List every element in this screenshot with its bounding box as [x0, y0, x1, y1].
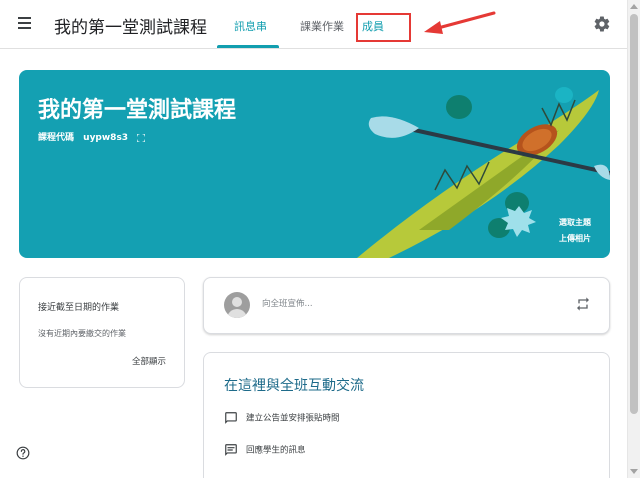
- avatar: [224, 292, 250, 318]
- communicate-card: 在這裡與全班互動交流 建立公告並安排張貼時間 回應學生的訊息: [203, 352, 610, 478]
- top-app-bar: 我的第一堂測試課程 訊息串 課業作業 成員: [0, 0, 628, 49]
- fullscreen-icon[interactable]: [137, 133, 146, 142]
- communicate-item: 回應學生的訊息: [224, 443, 306, 457]
- select-theme-link[interactable]: 選取主題: [559, 217, 591, 228]
- class-code-row: 課程代碼 uypw8s3: [38, 130, 146, 143]
- communicate-item: 建立公告並安排張貼時間: [224, 411, 340, 425]
- view-all-link[interactable]: 全部顯示: [132, 355, 166, 367]
- course-banner: 我的第一堂測試課程 課程代碼 uypw8s3 選取主題 上傳相片: [19, 70, 610, 258]
- scroll-thumb[interactable]: [630, 14, 638, 414]
- active-tab-indicator: [217, 45, 279, 48]
- main-menu-icon[interactable]: [17, 15, 35, 33]
- scroll-down-arrow-icon[interactable]: [630, 469, 638, 474]
- highlight-box: [356, 13, 411, 42]
- communicate-title: 在這裡與全班互動交流: [224, 378, 364, 394]
- banner-course-title: 我的第一堂測試課程: [38, 98, 237, 123]
- vertical-scrollbar[interactable]: [627, 0, 640, 478]
- announce-card[interactable]: 向全班宣佈...: [203, 277, 610, 334]
- class-code-value: uypw8s3: [83, 133, 129, 143]
- settings-gear-icon[interactable]: [593, 15, 611, 33]
- communicate-item-label: 建立公告並安排張貼時間: [246, 413, 340, 424]
- upcoming-work-card: 接近截至日期的作業 沒有近期內要繳交的作業 全部顯示: [19, 277, 185, 388]
- announce-input[interactable]: 向全班宣佈...: [262, 297, 313, 309]
- repost-icon[interactable]: [575, 296, 591, 312]
- upcoming-empty-text: 沒有近期內要繳交的作業: [38, 329, 126, 338]
- tab-classwork[interactable]: 課業作業: [300, 18, 344, 34]
- announcement-icon: [225, 412, 237, 424]
- class-code-label: 課程代碼: [38, 133, 75, 143]
- red-arrow-annotation: [424, 11, 496, 34]
- message-icon: [225, 444, 237, 456]
- upload-photo-link[interactable]: 上傳相片: [559, 233, 591, 244]
- tab-stream[interactable]: 訊息串: [234, 18, 267, 34]
- course-title[interactable]: 我的第一堂測試課程: [54, 13, 207, 38]
- upcoming-title: 接近截至日期的作業: [38, 303, 120, 313]
- help-icon[interactable]: [16, 446, 30, 460]
- scroll-up-arrow-icon[interactable]: [630, 4, 638, 9]
- communicate-item-label: 回應學生的訊息: [246, 445, 306, 456]
